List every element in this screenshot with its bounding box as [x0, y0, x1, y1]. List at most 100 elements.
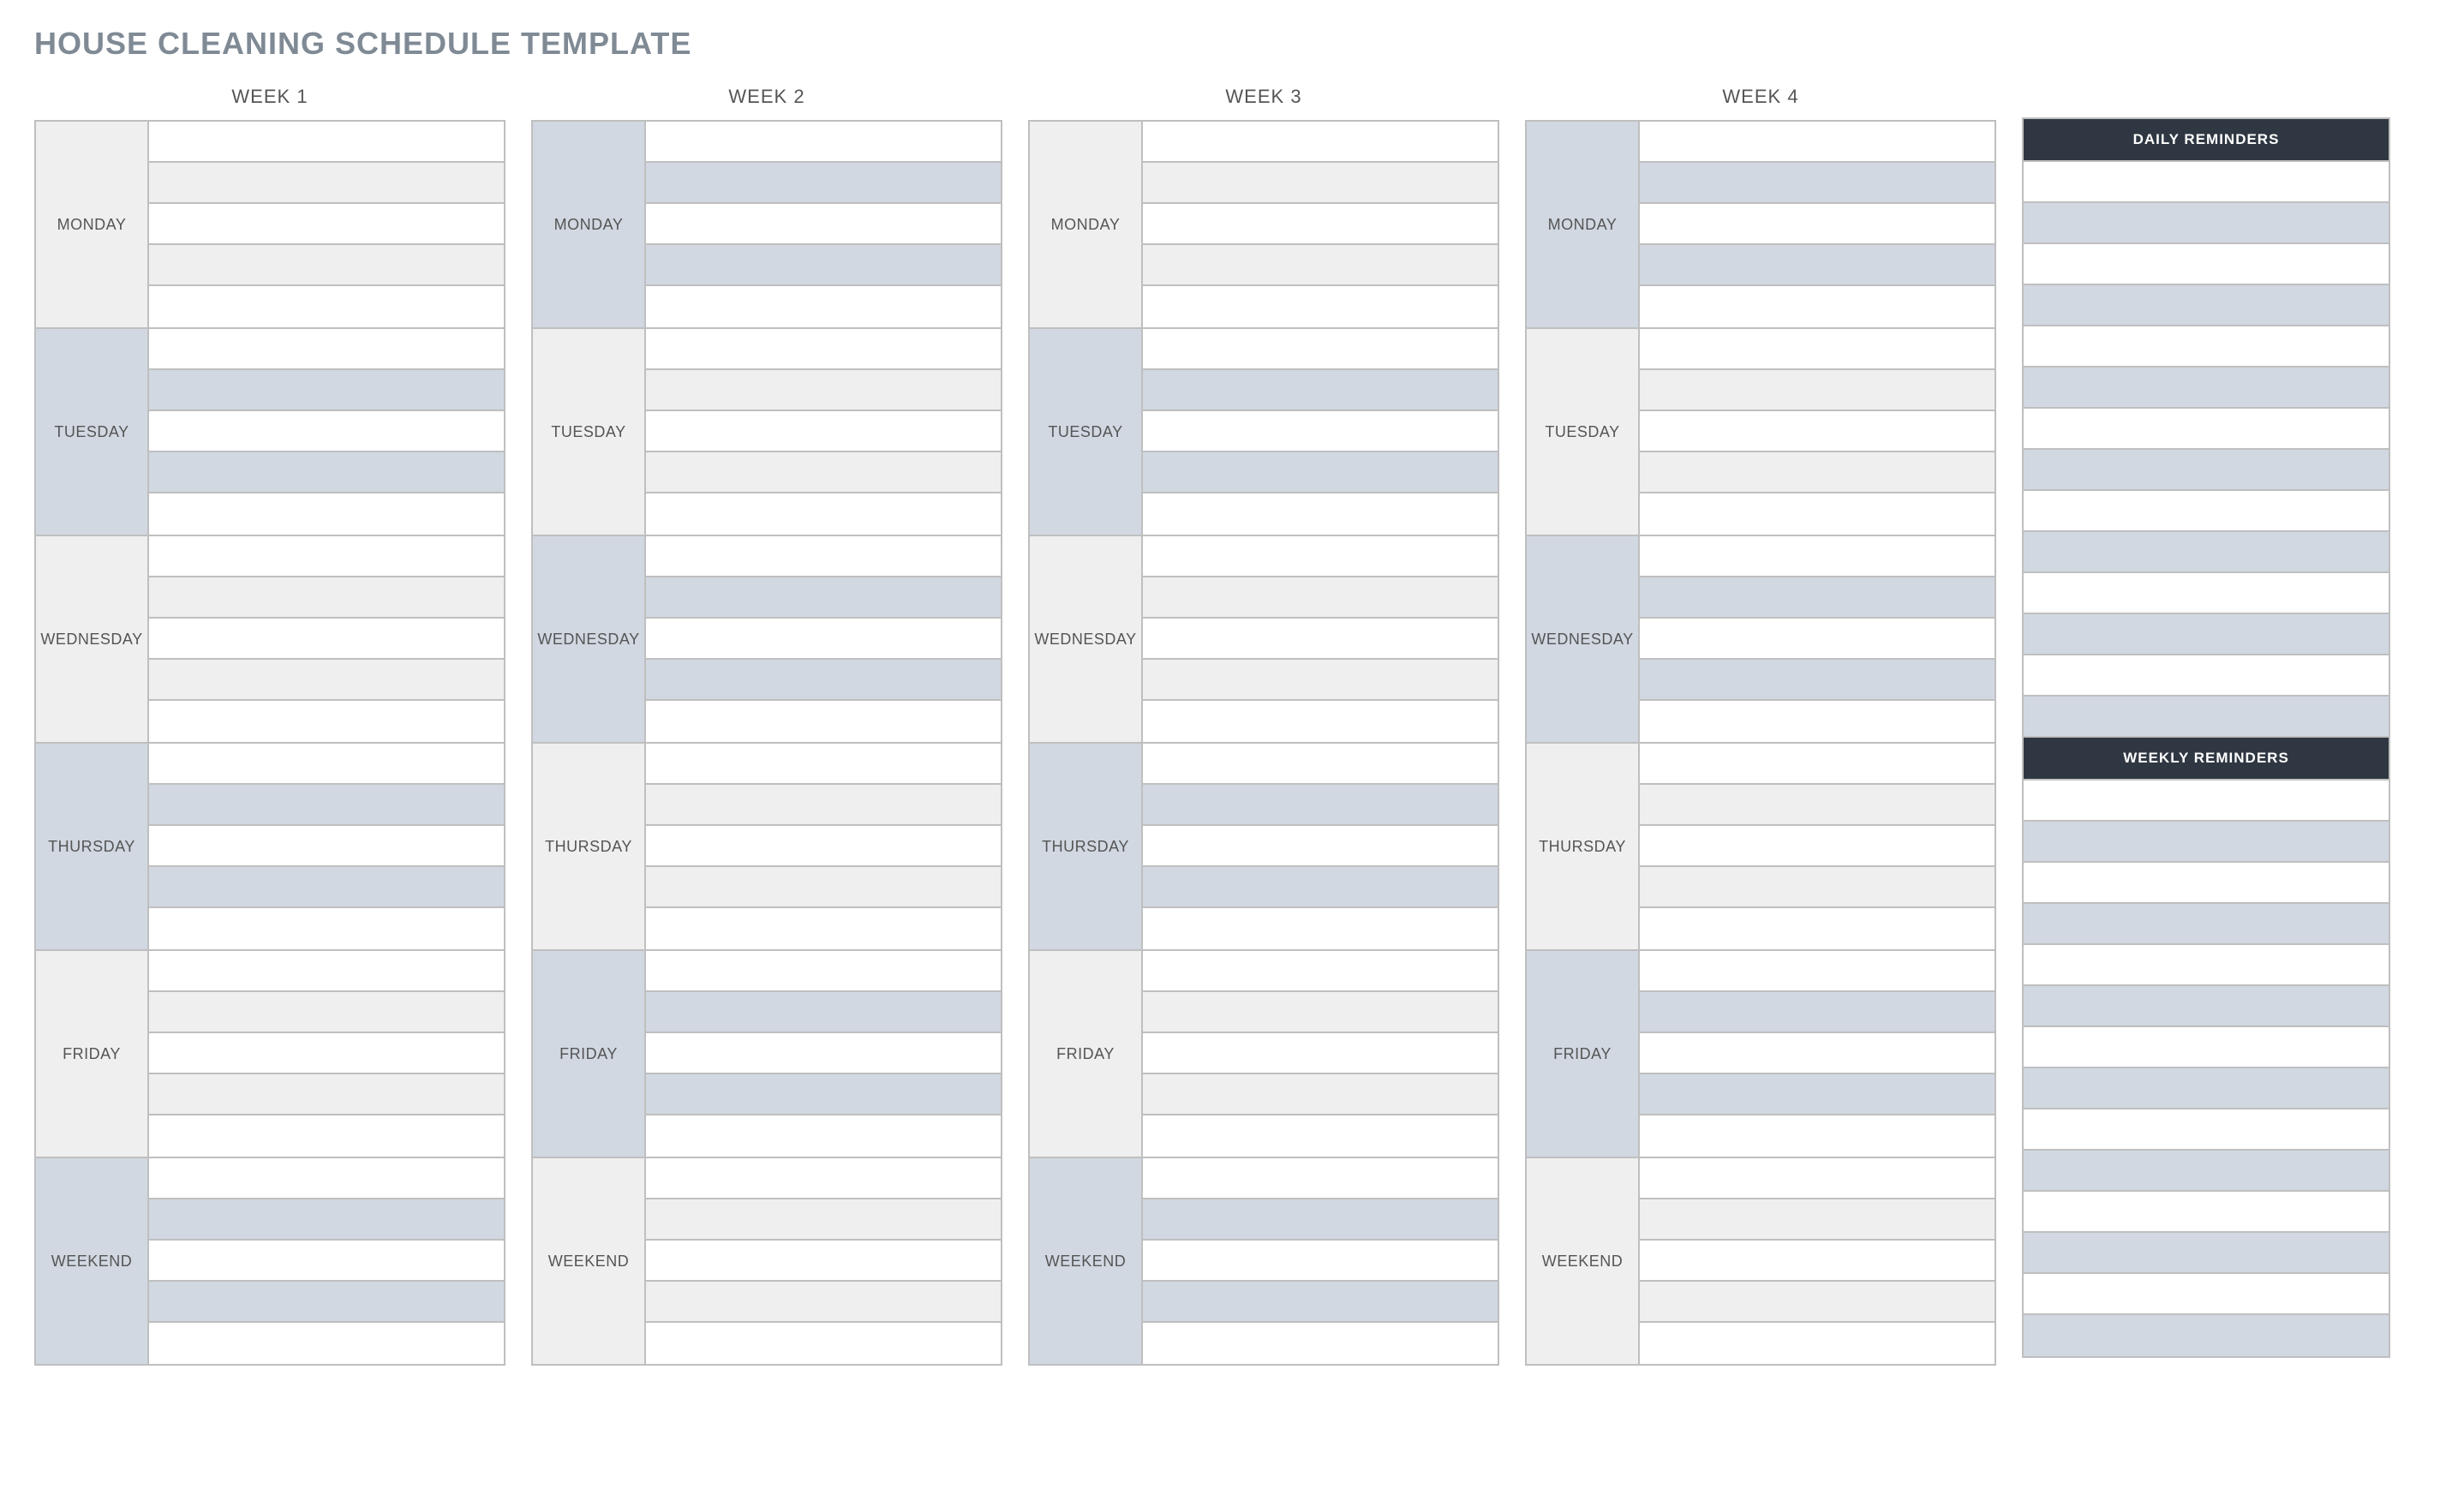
weekly-reminder-row[interactable]	[2024, 1192, 2389, 1233]
task-row[interactable]	[646, 701, 1001, 742]
weekly-reminder-row[interactable]	[2024, 1233, 2389, 1274]
task-row[interactable]	[1640, 1199, 1995, 1241]
task-row[interactable]	[646, 744, 1001, 785]
task-row[interactable]	[1640, 1074, 1995, 1115]
weekly-reminder-row[interactable]	[2024, 986, 2389, 1027]
task-row[interactable]	[646, 204, 1001, 245]
task-row[interactable]	[149, 1158, 504, 1199]
task-row[interactable]	[1640, 245, 1995, 286]
task-row[interactable]	[1640, 1115, 1995, 1157]
daily-reminder-row[interactable]	[2024, 244, 2389, 285]
task-row[interactable]	[1143, 411, 1498, 452]
task-row[interactable]	[1143, 329, 1498, 370]
task-row[interactable]	[1143, 785, 1498, 826]
task-row[interactable]	[1143, 370, 1498, 411]
task-row[interactable]	[149, 785, 504, 826]
task-row[interactable]	[149, 1323, 504, 1364]
task-row[interactable]	[149, 245, 504, 286]
task-row[interactable]	[1640, 163, 1995, 204]
task-row[interactable]	[1640, 951, 1995, 992]
task-row[interactable]	[1640, 204, 1995, 245]
task-row[interactable]	[646, 536, 1001, 577]
weekly-reminder-row[interactable]	[2024, 863, 2389, 904]
task-row[interactable]	[1640, 493, 1995, 535]
weekly-reminder-row[interactable]	[2024, 904, 2389, 945]
weekly-reminder-row[interactable]	[2024, 945, 2389, 986]
task-row[interactable]	[1143, 619, 1498, 660]
task-row[interactable]	[149, 660, 504, 701]
task-row[interactable]	[646, 1199, 1001, 1241]
task-row[interactable]	[149, 1282, 504, 1323]
daily-reminder-row[interactable]	[2024, 326, 2389, 368]
task-row[interactable]	[1143, 286, 1498, 327]
weekly-reminder-row[interactable]	[2024, 1274, 2389, 1315]
daily-reminder-row[interactable]	[2024, 450, 2389, 491]
task-row[interactable]	[149, 1074, 504, 1115]
task-row[interactable]	[1143, 1282, 1498, 1323]
task-row[interactable]	[646, 1241, 1001, 1282]
task-row[interactable]	[646, 951, 1001, 992]
task-row[interactable]	[1143, 536, 1498, 577]
task-row[interactable]	[646, 286, 1001, 327]
daily-reminder-row[interactable]	[2024, 573, 2389, 614]
task-row[interactable]	[1640, 452, 1995, 493]
task-row[interactable]	[646, 1158, 1001, 1199]
weekly-reminder-row[interactable]	[2024, 822, 2389, 863]
task-row[interactable]	[1143, 701, 1498, 742]
weekly-reminder-row[interactable]	[2024, 1027, 2389, 1068]
task-row[interactable]	[1143, 452, 1498, 493]
task-row[interactable]	[149, 163, 504, 204]
task-row[interactable]	[1640, 370, 1995, 411]
task-row[interactable]	[646, 493, 1001, 535]
task-row[interactable]	[1640, 536, 1995, 577]
task-row[interactable]	[1143, 992, 1498, 1033]
task-row[interactable]	[149, 1199, 504, 1241]
daily-reminder-row[interactable]	[2024, 162, 2389, 203]
task-row[interactable]	[646, 329, 1001, 370]
task-row[interactable]	[1143, 163, 1498, 204]
task-row[interactable]	[1143, 1323, 1498, 1364]
task-row[interactable]	[149, 701, 504, 742]
task-row[interactable]	[1143, 1115, 1498, 1157]
task-row[interactable]	[1640, 826, 1995, 867]
task-row[interactable]	[149, 286, 504, 327]
task-row[interactable]	[149, 577, 504, 619]
task-row[interactable]	[646, 992, 1001, 1033]
daily-reminder-row[interactable]	[2024, 368, 2389, 409]
task-row[interactable]	[1640, 1323, 1995, 1364]
task-row[interactable]	[646, 1323, 1001, 1364]
task-row[interactable]	[1640, 577, 1995, 619]
weekly-reminder-row[interactable]	[2024, 1315, 2389, 1356]
task-row[interactable]	[1640, 411, 1995, 452]
task-row[interactable]	[1143, 867, 1498, 908]
task-row[interactable]	[646, 867, 1001, 908]
task-row[interactable]	[1640, 122, 1995, 163]
task-row[interactable]	[149, 826, 504, 867]
task-row[interactable]	[1143, 1033, 1498, 1074]
task-row[interactable]	[149, 867, 504, 908]
task-row[interactable]	[1640, 992, 1995, 1033]
task-row[interactable]	[149, 204, 504, 245]
task-row[interactable]	[149, 122, 504, 163]
task-row[interactable]	[149, 493, 504, 535]
task-row[interactable]	[1143, 1158, 1498, 1199]
task-row[interactable]	[1143, 951, 1498, 992]
task-row[interactable]	[1143, 826, 1498, 867]
daily-reminder-row[interactable]	[2024, 285, 2389, 326]
daily-reminder-row[interactable]	[2024, 697, 2389, 738]
task-row[interactable]	[646, 122, 1001, 163]
task-row[interactable]	[1640, 1282, 1995, 1323]
task-row[interactable]	[149, 992, 504, 1033]
task-row[interactable]	[1143, 660, 1498, 701]
task-row[interactable]	[646, 577, 1001, 619]
task-row[interactable]	[149, 452, 504, 493]
task-row[interactable]	[1143, 744, 1498, 785]
task-row[interactable]	[646, 660, 1001, 701]
task-row[interactable]	[1143, 1199, 1498, 1241]
task-row[interactable]	[1640, 701, 1995, 742]
task-row[interactable]	[646, 370, 1001, 411]
weekly-reminder-row[interactable]	[2024, 1151, 2389, 1192]
daily-reminder-row[interactable]	[2024, 409, 2389, 450]
task-row[interactable]	[149, 536, 504, 577]
task-row[interactable]	[646, 245, 1001, 286]
